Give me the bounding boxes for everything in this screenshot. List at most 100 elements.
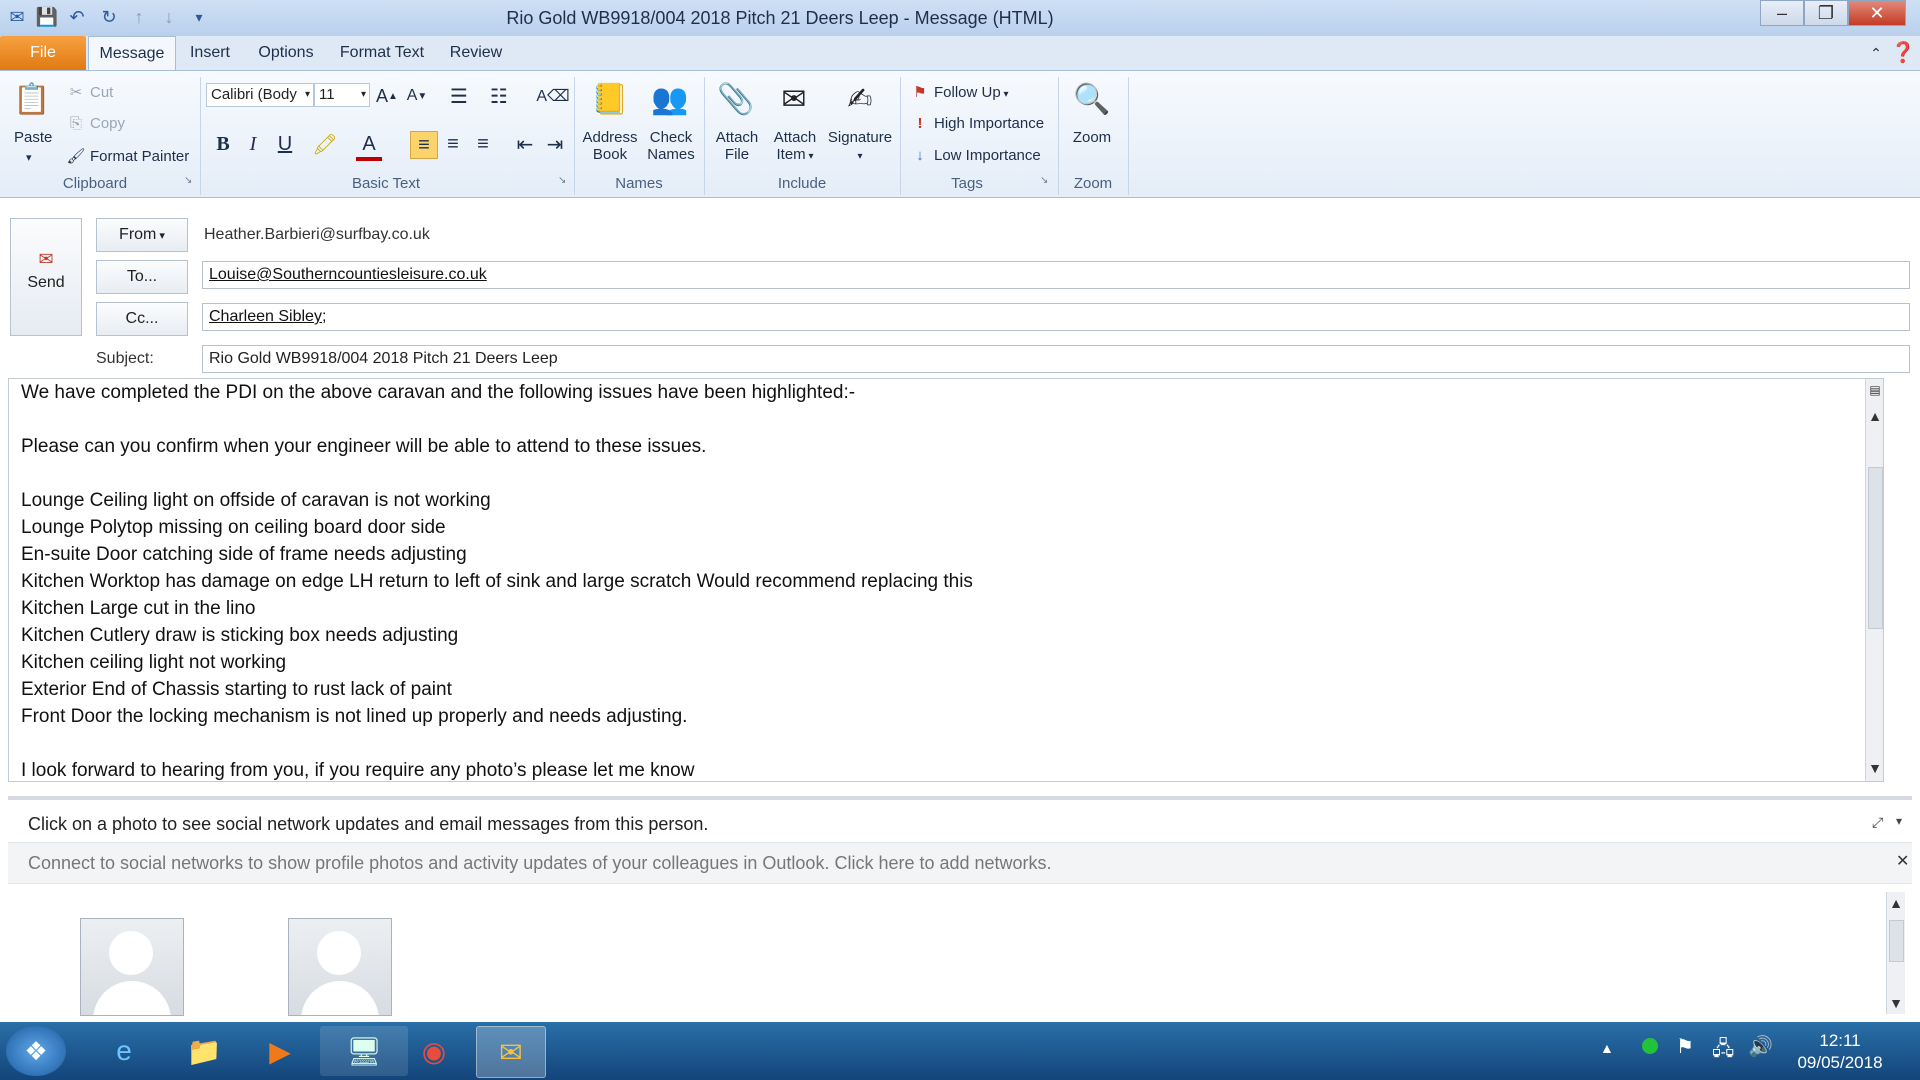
scroll-down-icon[interactable]: ▼ — [1887, 992, 1905, 1014]
paste-icon[interactable]: 📋 — [10, 77, 54, 121]
signature-button[interactable]: Signature ▾ — [824, 129, 896, 163]
title-bar: ✉ 💾 ↶ ↻ ↑ ↓ ▾ Rio Gold WB9918/004 2018 P… — [0, 0, 1920, 37]
address-book-button[interactable]: Address Book — [582, 129, 638, 163]
internet-explorer-icon[interactable]: e — [88, 1026, 160, 1076]
clock[interactable]: 12:11 09/05/2018 — [1790, 1030, 1890, 1074]
numbering-icon[interactable]: ☷ — [486, 83, 512, 109]
paste-button[interactable]: Paste — [14, 129, 52, 146]
cc-button[interactable]: Cc... — [96, 302, 188, 336]
font-size-box[interactable]: 11 ▾ — [314, 83, 370, 107]
network-status-icon[interactable] — [1642, 1038, 1658, 1054]
action-center-flag-icon[interactable]: ⚑ — [1676, 1034, 1694, 1059]
attach-file-button[interactable]: Attach File — [712, 129, 762, 163]
body-line — [9, 730, 1883, 757]
chrome-icon[interactable]: ◉ — [398, 1026, 470, 1076]
cut-button[interactable]: ✂ Cut — [66, 83, 114, 101]
pane-splitter[interactable] — [8, 796, 1912, 800]
attach-item-button[interactable]: Attach Item ▾ — [770, 129, 820, 163]
to-field[interactable]: Louise@Southerncountiesleisure.co.uk — [202, 261, 1910, 289]
start-button[interactable]: ❖ — [6, 1026, 66, 1076]
body-line: Lounge Ceiling light on offside of carav… — [21, 490, 491, 511]
check-names-button[interactable]: Check Names — [644, 129, 698, 163]
message-body[interactable]: We have completed the PDI on the above c… — [8, 378, 1884, 782]
body-line: Kitchen Worktop has damage on edge LH re… — [21, 571, 973, 592]
network-icon[interactable]: 🖧 — [1712, 1034, 1734, 1068]
signature-icon[interactable]: ✍ — [838, 77, 882, 121]
avatar-head-icon — [317, 931, 361, 975]
send-button[interactable]: ✉ Send — [10, 218, 82, 336]
bullets-icon[interactable]: ☰ — [446, 83, 472, 109]
check-names-icon[interactable]: 👥 — [648, 77, 692, 121]
paste-dropdown-icon[interactable]: ▾ — [26, 151, 32, 164]
scroll-thumb[interactable] — [1889, 920, 1904, 962]
flag-icon: ⚑ — [913, 84, 927, 101]
person-photo[interactable] — [80, 918, 184, 1016]
align-center-icon[interactable]: ≡ — [440, 131, 466, 157]
dialog-launcher-icon[interactable]: ↘ — [558, 175, 566, 186]
align-right-icon[interactable]: ≡ — [470, 131, 496, 157]
show-hidden-icons[interactable]: ▲ — [1600, 1040, 1614, 1056]
increase-indent-icon[interactable]: ⇥ — [542, 131, 568, 157]
minimize-button[interactable]: – — [1760, 0, 1804, 26]
avatar-body-icon — [93, 981, 171, 1015]
body-scrollbar[interactable]: ▤ ▲ ▼ — [1865, 379, 1883, 781]
media-player-icon[interactable]: ▶ — [244, 1026, 316, 1076]
help-icon[interactable]: ❓ — [1890, 36, 1916, 70]
decrease-indent-icon[interactable]: ⇤ — [512, 131, 538, 157]
from-button[interactable]: From ▾ — [96, 218, 188, 252]
dialog-launcher-icon[interactable]: ↘ — [184, 175, 192, 186]
paperclip-icon[interactable]: 📎 — [714, 77, 758, 121]
outlook-taskbar-icon[interactable]: ✉ — [476, 1026, 546, 1078]
tab-file[interactable]: File — [0, 36, 86, 70]
font-color-icon[interactable]: A — [356, 131, 382, 161]
avatar-head-icon — [109, 931, 153, 975]
connect-banner[interactable]: Connect to social networks to show profi… — [8, 842, 1912, 884]
to-button[interactable]: To... — [96, 260, 188, 294]
low-importance-button[interactable]: ↓ Low Importance — [910, 147, 1040, 164]
highlight-icon[interactable]: 🖍 — [312, 131, 338, 157]
dialog-launcher-icon[interactable]: ↘ — [1040, 175, 1048, 186]
scroll-down-icon[interactable]: ▼ — [1866, 757, 1883, 779]
tab-options[interactable]: Options — [250, 36, 322, 70]
tab-review[interactable]: Review — [444, 36, 508, 70]
tab-message[interactable]: Message — [88, 36, 176, 70]
close-button[interactable]: ✕ — [1848, 0, 1906, 26]
format-painter-button[interactable]: 🖌 Format Painter — [66, 147, 189, 165]
attach-item-icon[interactable]: ✉ — [772, 77, 816, 121]
bold-icon[interactable]: B — [210, 131, 236, 157]
scroll-thumb[interactable] — [1868, 467, 1883, 629]
subject-field[interactable]: Rio Gold WB9918/004 2018 Pitch 21 Deers … — [202, 345, 1910, 373]
italic-icon[interactable]: I — [240, 131, 266, 157]
align-left-icon[interactable]: ≡ — [410, 131, 438, 159]
connect-networks-link[interactable]: Connect to social networks to show profi… — [28, 853, 1052, 874]
expand-icon[interactable]: ⤢ — [1872, 814, 1883, 831]
underline-icon[interactable]: U — [272, 131, 298, 157]
tab-format-text[interactable]: Format Text — [334, 36, 430, 70]
close-banner-icon[interactable]: ✕ — [1896, 851, 1909, 871]
shrink-font-icon[interactable]: A ▼ — [404, 83, 430, 109]
font-name-box[interactable]: Calibri (Body ▾ — [206, 83, 314, 107]
zoom-button[interactable]: Zoom — [1064, 129, 1120, 146]
address-book-icon[interactable]: 📒 — [588, 77, 632, 121]
magnifier-icon[interactable]: 🔍 — [1070, 77, 1114, 121]
remote-desktop-icon[interactable]: 🖥 — [320, 1026, 408, 1076]
view-options-icon[interactable]: ▤ — [1866, 379, 1883, 401]
taskbar: ❖ e 📁 ▶ 🖥 ◉ ✉ ▲ ⚑ 🖧 🔊 12:11 09/05/2018 — [0, 1022, 1920, 1080]
volume-icon[interactable]: 🔊 — [1748, 1034, 1773, 1059]
collapse-ribbon-icon[interactable]: ⌃ — [1864, 36, 1888, 70]
follow-up-button[interactable]: ⚑ Follow Up ▾ — [910, 83, 1008, 101]
maximize-button[interactable]: ❐ — [1804, 0, 1848, 26]
copy-button[interactable]: ⎘ Copy — [66, 115, 125, 132]
high-importance-button[interactable]: ! High Importance — [910, 115, 1045, 132]
group-label-zoom: Zoom — [1073, 175, 1113, 192]
file-explorer-icon[interactable]: 📁 — [168, 1026, 240, 1076]
person-photo[interactable] — [288, 918, 392, 1016]
cc-field[interactable]: Charleen Sibley; — [202, 303, 1910, 331]
clear-formatting-icon[interactable]: A⌫ — [536, 83, 569, 109]
tab-insert[interactable]: Insert — [182, 36, 238, 70]
people-scrollbar[interactable]: ▲ ▼ — [1886, 892, 1905, 1014]
scroll-up-icon[interactable]: ▲ — [1887, 892, 1905, 914]
chevron-down-icon[interactable]: ▾ — [1896, 814, 1902, 828]
scroll-up-icon[interactable]: ▲ — [1866, 405, 1883, 427]
grow-font-icon[interactable]: A ▲ — [374, 83, 400, 109]
